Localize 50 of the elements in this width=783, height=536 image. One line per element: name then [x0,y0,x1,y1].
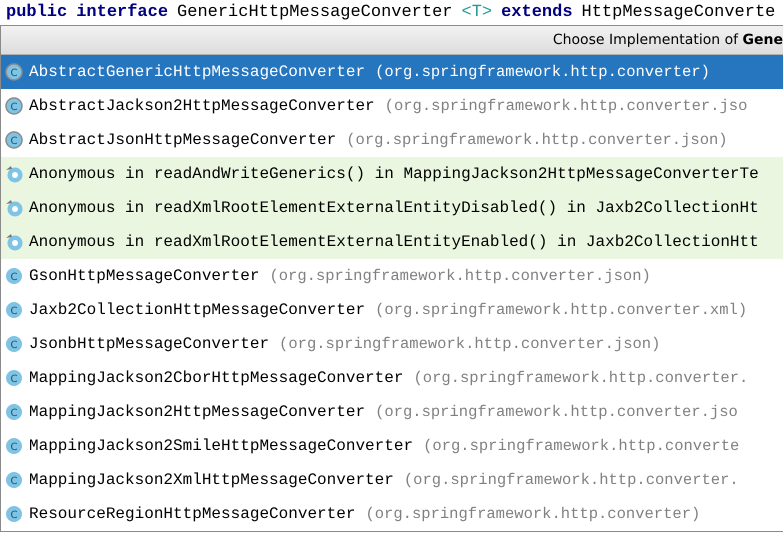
abstract-class-icon: C [5,97,23,115]
class-name: AbstractJsonHttpMessageConverter [29,131,336,149]
class-name: Anonymous in readXmlRootElementExternalEntityEnabled() in Jaxb2CollectionHtt [29,233,759,251]
code-token: interface [76,2,168,22]
implementation-item[interactable]: Anonymous in readAndWriteGenerics() in MappingJackson2HttpMessageConverterTe [1,157,783,191]
package-name: (org.springframework.http.converter.json) [279,335,660,353]
abstract-class-icon: C [5,63,23,81]
class-icon: C [5,437,23,455]
code-token: HttpMessageConverte [582,2,776,22]
code-token: extends [501,2,573,22]
package-name: (org.springframework.http.converter) [375,63,710,81]
class-icon: C [5,403,23,421]
code-token: public [6,2,68,22]
anonymous-class-icon [5,233,23,251]
abstract-class-icon: C [5,131,23,149]
class-name: AbstractGenericHttpMessageConverter [29,63,366,81]
package-name: (org.springframework.http.converter.jso [375,403,738,421]
package-name: (org.springframework.http.converter.json) [269,267,651,285]
code-token: GenericHttpMessageConverter [177,2,452,22]
popup-title: Choose Implementation of Gene [552,32,783,48]
class-name: ResourceRegionHttpMessageConverter [29,505,356,523]
class-name: AbstractJackson2HttpMessageConverter [29,97,375,115]
package-name: (org.springframework.http.converter.xml) [375,301,748,319]
class-name: GsonHttpMessageConverter [29,267,260,285]
anonymous-class-icon [5,199,23,217]
class-name: Anonymous in readAndWriteGenerics() in MappingJackson2HttpMessageConverterTe [29,165,759,183]
class-name: JsonbHttpMessageConverter [29,335,270,353]
package-name: (org.springframework.http.converter. [404,471,739,489]
class-icon: C [5,267,23,285]
package-name: (org.springframework.http.converte [423,437,740,455]
class-name: MappingJackson2SmileHttpMessageConverter [29,437,414,455]
implementation-item[interactable]: Anonymous in readXmlRootElementExternalEntityEnabled() in Jaxb2CollectionHtt [1,225,783,259]
class-name: Jaxb2CollectionHttpMessageConverter [29,301,366,319]
code-token: <T> [462,2,492,22]
anonymous-class-icon [5,165,23,183]
package-name: (org.springframework.http.converter.json) [346,131,728,149]
implementation-item[interactable]: Anonymous in readXmlRootElementExternalEntityDisabled() in Jaxb2CollectionHt [1,191,783,225]
class-icon: C [5,369,23,387]
class-name: MappingJackson2CborHttpMessageConverter [29,369,404,387]
class-icon: C [5,471,23,489]
package-name: (org.springframework.http.converter. [413,369,748,387]
class-name: MappingJackson2HttpMessageConverter [29,403,366,421]
class-icon: C [5,301,23,319]
package-name: (org.springframework.http.converter.jso [384,97,748,115]
implementation-item[interactable]: C AbstractGenericHttpMessageConverter (org.springframework.http.converter) [1,55,783,89]
package-name: (org.springframework.http.converter) [365,505,700,523]
class-icon: C [5,505,23,523]
class-name: Anonymous in readXmlRootElementExternalEntityDisabled() in Jaxb2CollectionHt [29,199,759,217]
class-icon: C [5,335,23,353]
class-name: MappingJackson2XmlHttpMessageConverter [29,471,394,489]
